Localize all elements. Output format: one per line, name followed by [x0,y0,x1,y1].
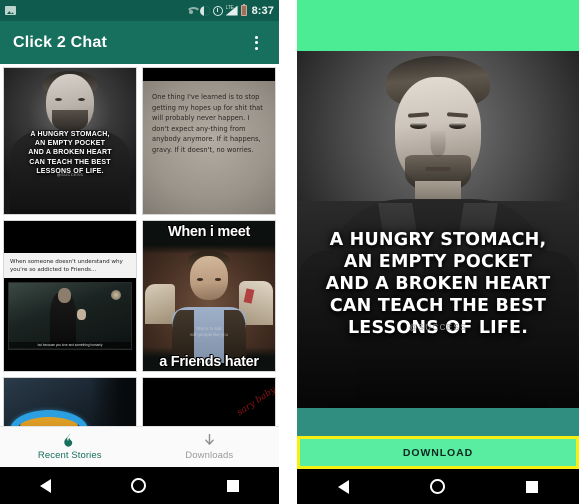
back-icon[interactable] [40,478,52,493]
detail-signature: @SUCCESS [409,323,467,332]
battery-icon [240,3,247,16]
nav-label-downloads: Downloads [185,450,234,461]
gif-head [57,288,71,304]
photo-eye-left [55,98,62,101]
card-note-text: One thing I've learned is to stop gettin… [152,93,263,154]
download-button-label: DOWNLOAD [402,446,474,459]
meme-head [190,255,228,300]
meme-mid-subtitle: that is to sad with people like you [189,326,229,337]
signal-label: LTE [225,4,234,11]
app-title: Click 2 Chat [13,33,107,51]
app-bar: Click 2 Chat [0,21,279,64]
status-bar: LTE 8:37 [0,0,279,21]
detail-eye-left [410,122,427,129]
meme-eye-left [197,278,203,281]
meme-chair-left [145,284,175,324]
green-header-bar [297,0,579,51]
screenshot-root: LTE 8:37 Click 2 Chat A HUNGRY STOMACH, [0,0,579,504]
gif-subtitle: but because you love and something human… [9,342,131,348]
story-card-one-thing-learned[interactable]: One thing I've learned is to stop gettin… [142,67,276,215]
back-icon[interactable] [337,479,349,494]
story-card-hungry-stomach[interactable]: A HUNGRY STOMACH, AN EMPTY POCKET AND A … [3,67,137,215]
teal-strip [297,408,579,436]
card-gif-frame: but because you love and something human… [8,282,132,350]
meme-eye-right [215,278,221,281]
download-button[interactable]: DOWNLOAD [297,436,579,469]
status-bar-left-icons [5,6,16,15]
card-quote-text: A HUNGRY STOMACH, AN EMPTY POCKET AND A … [28,131,112,175]
gif-lamp [111,289,122,300]
card-letterbox-top [4,221,136,253]
signal-icon: LTE [225,4,238,16]
left-phone-panel: LTE 8:37 Click 2 Chat A HUNGRY STOMACH, [0,0,279,504]
card-signature: @SUCCESS [56,172,84,177]
status-bar-right-icons: LTE 8:37 [185,3,274,17]
photo-beard [52,110,88,132]
nav-item-recent-stories[interactable]: Recent Stories [0,427,140,467]
story-grid: A HUNGRY STOMACH, AN EMPTY POCKET AND A … [0,64,279,435]
alarm-icon [212,5,223,16]
bottom-navigation: Recent Stories Downloads [0,426,279,467]
detail-nose [430,131,446,157]
meme-top-text: When i meet [167,224,251,240]
card-top-strip [143,68,275,81]
image-icon [5,6,16,15]
sync-icon [199,5,210,16]
detail-eye-right [449,122,466,129]
status-bar-clock: 8:37 [251,4,274,17]
meme-bottom-text: a Friends hater [159,354,259,370]
card-caption-area: When someone doesn't understand why you'… [4,253,136,278]
story-card-friends-addicted[interactable]: When someone doesn't understand why you'… [3,220,137,372]
card-caption-text: When someone doesn't understand why you'… [10,259,123,273]
system-navigation-bar-right [297,469,579,504]
recents-icon[interactable] [226,479,239,492]
detail-mouth [425,167,451,171]
right-phone-panel: A HUNGRY STOMACH, AN EMPTY POCKET AND A … [297,0,579,504]
wifi-icon [185,6,201,15]
flame-icon [63,433,76,447]
gif-hand [77,309,87,321]
home-icon[interactable] [429,479,445,494]
card-letterbox-bottom [4,350,136,371]
nav-label-recent-stories: Recent Stories [37,450,102,461]
system-navigation-bar-left [0,467,279,504]
card-note-sheet: One thing I've learned is to stop gettin… [143,81,275,214]
story-detail-image[interactable]: A HUNGRY STOMACH, AN EMPTY POCKET AND A … [297,51,579,408]
story-card-friends-hater[interactable]: that is to sad with people like you When… [142,220,276,372]
nav-item-downloads[interactable]: Downloads [140,427,280,467]
home-icon[interactable] [131,478,147,493]
photo-eye-right [78,98,85,101]
overflow-menu-icon[interactable] [246,33,266,53]
download-arrow-icon [203,433,216,447]
card-script-text: sary baby [235,385,276,419]
recents-icon[interactable] [526,480,539,493]
